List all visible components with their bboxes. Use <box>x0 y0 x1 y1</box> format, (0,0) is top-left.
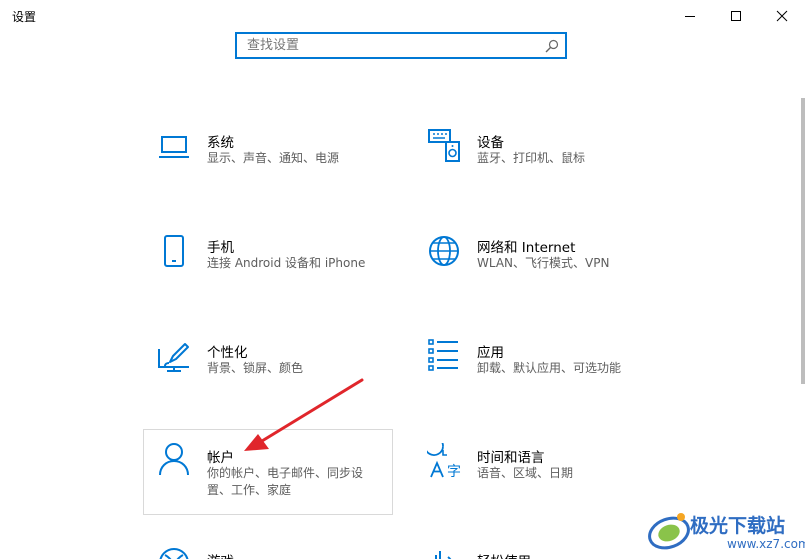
watermark-url: www.xz7.com <box>727 537 805 551</box>
category-devices[interactable]: 设备 蓝牙、打印机、鼠标 <box>413 121 663 207</box>
close-icon <box>776 10 788 22</box>
category-personalization[interactable]: 个性化 背景、锁屏、颜色 <box>143 331 393 417</box>
category-title: 系统 <box>207 135 234 151</box>
category-gaming[interactable]: 游戏 <box>143 535 393 560</box>
keyboard-speaker-icon <box>428 129 460 162</box>
search-icon[interactable] <box>545 39 559 53</box>
category-ease-of-access[interactable]: 轻松使用 <box>413 535 663 560</box>
watermark-text: 极光下载站 <box>690 515 786 537</box>
category-title: 轻松使用 <box>477 550 531 559</box>
close-button[interactable] <box>759 0 805 32</box>
category-time-language[interactable]: 字 时间和语言 语音、区域、日期 <box>413 436 663 522</box>
maximize-icon <box>731 11 741 21</box>
category-desc: 卸载、默认应用、可选功能 <box>477 361 622 375</box>
category-desc: 连接 Android 设备和 iPhone <box>207 256 366 270</box>
category-title: 游戏 <box>207 550 234 559</box>
xbox-icon <box>159 548 189 559</box>
category-title: 设备 <box>477 135 504 151</box>
ease-of-access-icon <box>435 551 452 559</box>
category-title: 应用 <box>477 345 504 361</box>
title-bar: 设置 <box>0 0 805 32</box>
category-phone[interactable]: 手机 连接 Android 设备和 iPhone <box>143 226 393 312</box>
maximize-button[interactable] <box>713 0 759 32</box>
category-desc: WLAN、飞行模式、VPN <box>477 256 610 270</box>
search-box[interactable] <box>235 32 567 59</box>
category-desc: 显示、声音、通知、电源 <box>207 151 340 165</box>
category-apps[interactable]: 应用 卸载、默认应用、可选功能 <box>413 331 663 417</box>
svg-text:字: 字 <box>447 464 461 479</box>
category-title: 网络和 Internet <box>477 240 576 256</box>
phone-icon <box>164 235 184 267</box>
category-title: 帐户 <box>207 450 234 466</box>
time-language-icon: 字 <box>427 443 461 479</box>
category-system[interactable]: 系统 显示、声音、通知、电源 <box>143 121 393 207</box>
window-title: 设置 <box>12 10 37 24</box>
app-list-icon <box>428 339 458 371</box>
category-desc: 你的帐户、电子邮件、同步设置、工作、家庭 <box>207 466 364 497</box>
person-icon <box>159 443 189 476</box>
annotation-arrow <box>244 378 364 451</box>
category-desc: 背景、锁屏、颜色 <box>207 361 304 375</box>
category-desc: 蓝牙、打印机、鼠标 <box>477 151 586 165</box>
paint-brush-icon <box>158 343 189 372</box>
category-title: 个性化 <box>207 345 248 361</box>
laptop-icon <box>159 136 189 158</box>
category-desc: 语音、区域、日期 <box>477 466 574 480</box>
scrollbar[interactable] <box>801 98 805 384</box>
category-accounts[interactable]: 帐户 你的帐户、电子邮件、同步设置、工作、家庭 <box>143 429 393 515</box>
minimize-button[interactable] <box>667 0 713 32</box>
minimize-icon <box>685 16 695 17</box>
search-input[interactable] <box>247 34 537 57</box>
globe-icon <box>429 236 459 266</box>
category-title: 手机 <box>207 240 234 256</box>
watermark-logo <box>648 513 690 550</box>
category-title: 时间和语言 <box>477 450 545 466</box>
watermark: 极光下载站 www.xz7.com <box>645 507 805 560</box>
category-network[interactable]: 网络和 Internet WLAN、飞行模式、VPN <box>413 226 663 312</box>
